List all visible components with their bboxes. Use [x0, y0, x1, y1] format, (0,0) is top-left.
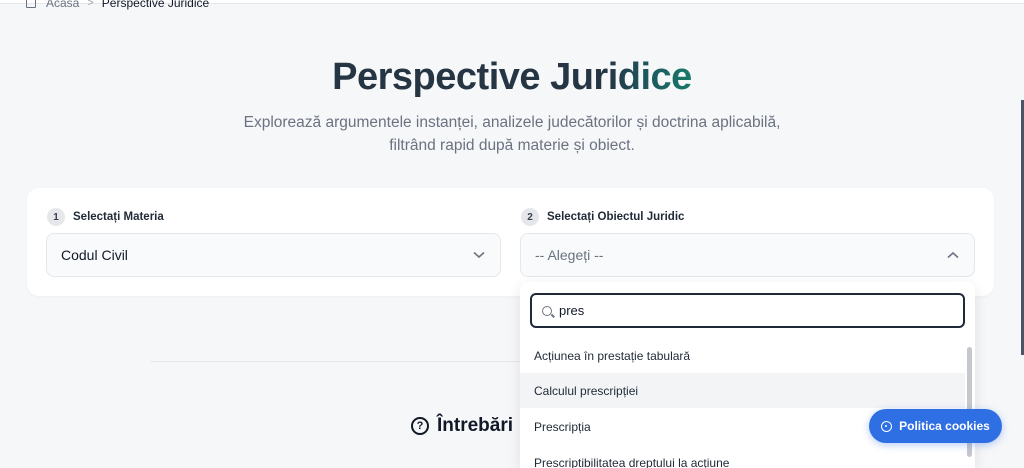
materie-select[interactable]: Codul Civil	[46, 233, 501, 277]
breadcrumb-current: Perspective Juridice	[101, 0, 210, 10]
home-icon[interactable]	[26, 0, 36, 8]
page-title: Perspective Juridice	[0, 56, 1024, 99]
materie-select-value: Codul Civil	[61, 247, 128, 263]
cookie-icon	[881, 420, 893, 432]
page-title-part2: idice	[607, 56, 693, 98]
obiect-select[interactable]: -- Alegeți --	[520, 233, 975, 277]
dropdown-option[interactable]: Calculul prescripției	[520, 373, 965, 408]
faq-heading-text: Întrebări	[437, 415, 514, 436]
obiect-label: 2 Selectați Obiectul Juridic	[521, 208, 684, 226]
chevron-up-icon	[946, 248, 960, 262]
filter-card: 1 Selectați Materia Codul Civil 2 Select…	[27, 188, 994, 296]
search-icon	[542, 305, 552, 316]
page-subtitle-line1: Explorează argumentele instanței, analiz…	[243, 114, 781, 131]
question-icon: ?	[411, 417, 429, 435]
section-divider	[150, 361, 520, 362]
obiect-label-text: Selectați Obiectul Juridic	[547, 211, 685, 223]
dropdown-option[interactable]: Prescriptibilitatea dreptului la acțiune	[520, 445, 965, 468]
step-badge-1: 1	[47, 208, 65, 226]
materie-label-text: Selectați Materia	[73, 211, 164, 223]
breadcrumb: Acasa > Perspective Juridice	[26, 0, 209, 12]
cookie-policy-label: Politica cookies	[899, 419, 990, 433]
obiect-select-placeholder: -- Alegeți --	[535, 247, 604, 263]
chevron-down-icon	[472, 248, 486, 262]
page-title-part1: Perspective Jur	[332, 56, 608, 98]
materie-label: 1 Selectați Materia	[47, 208, 164, 226]
faq-heading: ? Întrebări	[411, 415, 513, 437]
page-subtitle: Explorează argumentele instanței, analiz…	[212, 111, 812, 157]
dropdown-option[interactable]: Acțiunea în prestație tabulară	[520, 338, 965, 373]
chevron-right-icon: >	[87, 0, 94, 9]
cookie-policy-button[interactable]: Politica cookies	[869, 409, 1002, 443]
dropdown-search-input[interactable]	[559, 303, 939, 318]
step-badge-2: 2	[521, 208, 539, 226]
dropdown-search[interactable]	[530, 293, 965, 328]
breadcrumb-home[interactable]: Acasa	[46, 0, 79, 10]
page-subtitle-line2: filtrând rapid după materie și obiect.	[389, 137, 635, 154]
